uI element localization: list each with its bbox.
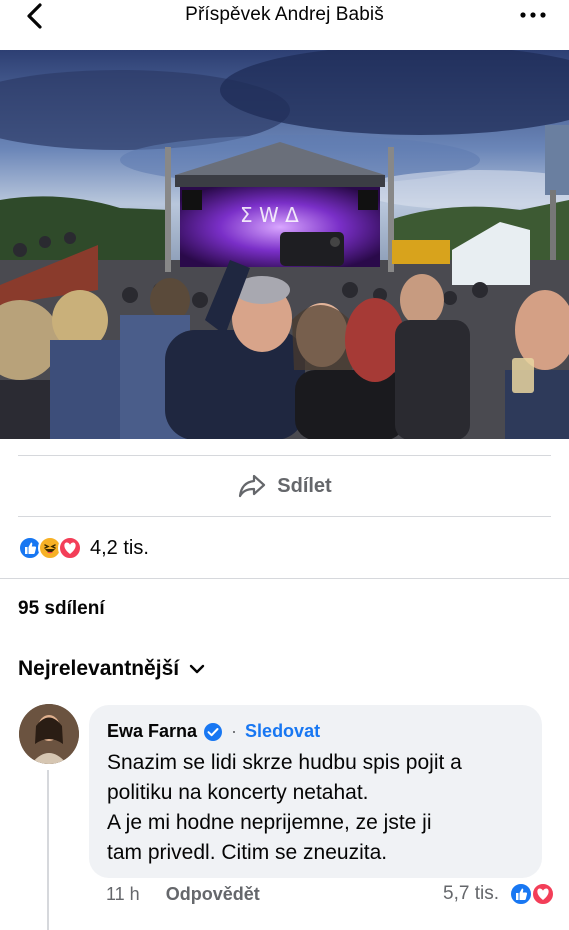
shares-count[interactable]: 95 sdílení [18,598,105,620]
post-photo[interactable]: Σ W Δ [0,50,569,439]
separator-dot: · [231,721,238,741]
reply-button[interactable]: Odpovědět [166,884,260,905]
more-horizontal-icon [520,12,546,18]
share-icon [239,474,266,498]
more-options-button[interactable] [519,8,547,20]
reaction-count: 4,2 tis. [90,536,149,559]
follow-button[interactable]: Sledovat [245,721,320,742]
like-icon [509,882,533,906]
love-icon [58,536,82,560]
love-icon [531,882,555,906]
comment-reactions[interactable]: 5,7 tis. [443,882,555,906]
divider [18,516,551,517]
comment-bubble: Ewa Farna · Sledovat Snazim se lidi skrz… [89,705,542,878]
comment-time: 11 h [106,884,140,904]
svg-text:Σ W Δ: Σ W Δ [240,203,299,227]
comment-text: Snazim se lidi skrze hudbu spis pojit a … [107,751,462,864]
divider [0,578,569,579]
thread-line [47,770,49,930]
top-bar: Příspěvek Andrej Babiš [0,0,569,50]
sort-label: Nejrelevantnější [18,657,180,680]
verified-badge-icon [204,722,223,741]
chevron-down-icon [189,664,205,674]
comment-meta: 11 h Odpovědět [106,884,260,905]
divider [0,640,569,641]
reactions-summary[interactable]: 4,2 tis. [18,534,149,562]
share-label: Sdílet [277,474,332,497]
comment-reaction-count: 5,7 tis. [443,883,499,904]
avatar[interactable] [19,704,79,764]
comment-sort-dropdown[interactable]: Nejrelevantnější [18,657,205,681]
page-title: Příspěvek Andrej Babiš [185,4,384,25]
share-button[interactable]: Sdílet [18,456,551,516]
comment-author[interactable]: Ewa Farna [107,721,197,742]
